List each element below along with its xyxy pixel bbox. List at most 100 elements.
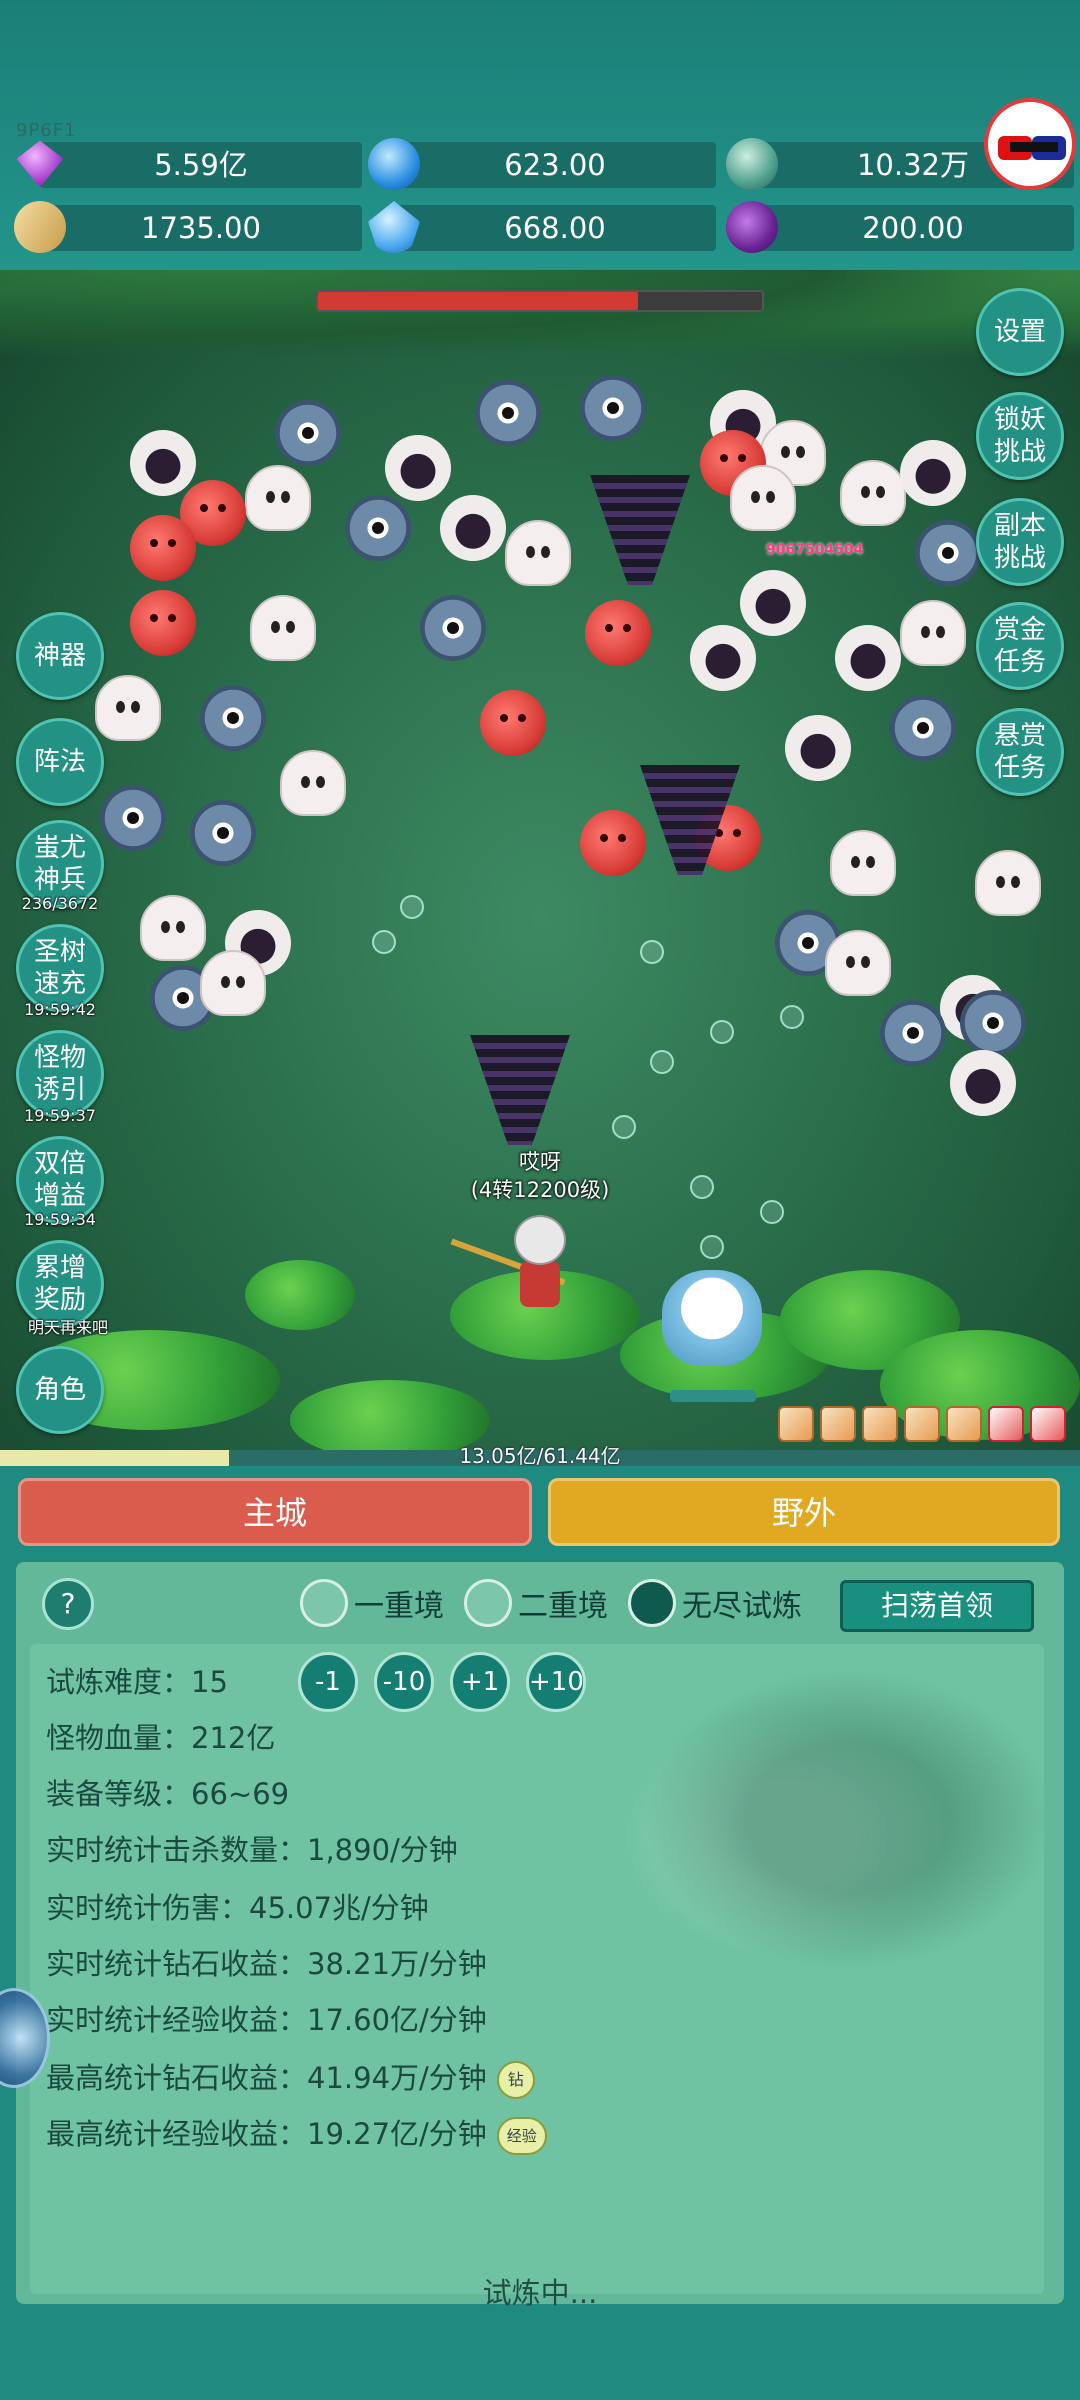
skill-icon[interactable] bbox=[946, 1406, 982, 1442]
side-button-bounty[interactable]: 赏金任务 bbox=[976, 602, 1064, 690]
help-button[interactable]: ? bbox=[42, 1578, 94, 1630]
difficulty-plus-10-button[interactable]: +10 bbox=[526, 1652, 586, 1712]
avatar[interactable] bbox=[984, 98, 1076, 190]
tab-main-city[interactable]: 主城 bbox=[18, 1478, 532, 1546]
side-button-sub: 明天再来吧 bbox=[27, 1318, 108, 1337]
side-button-sacred-tree[interactable]: 圣树速充 bbox=[16, 924, 104, 1012]
difficulty-label: 试炼难度：15 bbox=[46, 1665, 228, 1699]
difficulty-minus-1-button[interactable]: -1 bbox=[298, 1652, 358, 1712]
side-button-demon-lock[interactable]: 锁妖挑战 bbox=[976, 392, 1064, 480]
side-button-sub: 19:59:34 bbox=[24, 1210, 96, 1229]
sweep-boss-button[interactable]: 扫荡首领 bbox=[840, 1580, 1034, 1632]
radio-dot[interactable] bbox=[628, 1579, 676, 1627]
bubble bbox=[640, 940, 664, 964]
monster-sheep bbox=[130, 430, 196, 496]
stat-damage: 实时统计伤害：45.07兆/分钟 bbox=[46, 1891, 429, 1925]
mode-radio-endless-trial[interactable]: 无尽试炼 bbox=[628, 1578, 802, 1628]
stat-text: 最高统计钻石收益：41.94万/分钟 bbox=[46, 2061, 487, 2095]
bubble bbox=[760, 1200, 784, 1224]
stat-max-diamond-income: 最高统计钻石收益：41.94万/分钟钻 bbox=[46, 2058, 535, 2099]
resource-diamond[interactable]: 5.59亿 bbox=[16, 140, 362, 188]
difficulty-plus-1-button[interactable]: +1 bbox=[450, 1652, 510, 1712]
side-button-dungeon[interactable]: 副本挑战 bbox=[976, 498, 1064, 586]
monster-imp bbox=[130, 590, 196, 656]
bubble bbox=[690, 1175, 714, 1199]
monster-eye bbox=[960, 990, 1026, 1056]
side-button-monster-lure[interactable]: 怪物诱引 bbox=[16, 1030, 104, 1118]
side-button-formation[interactable]: 阵法 bbox=[16, 718, 104, 806]
monster-ghost bbox=[900, 600, 966, 666]
monster-imp bbox=[130, 515, 196, 581]
monster-eye bbox=[190, 800, 256, 866]
monster-sheep bbox=[950, 1050, 1016, 1116]
exp-badge[interactable]: 经验 bbox=[496, 2117, 547, 2155]
monster-ghost bbox=[250, 595, 316, 661]
tab-wilderness[interactable]: 野外 bbox=[548, 1478, 1060, 1546]
monster-sheep bbox=[740, 570, 806, 636]
stat-kills: 实时统计击杀数量：1,890/分钟 bbox=[46, 1833, 458, 1867]
monster-sheep bbox=[385, 435, 451, 501]
monster-eye bbox=[100, 785, 166, 851]
monster-ghost bbox=[830, 830, 896, 896]
radio-label: 一重境 bbox=[354, 1589, 444, 1624]
monster-imp bbox=[585, 600, 651, 666]
side-button-character[interactable]: 角色 bbox=[16, 1346, 104, 1434]
side-button-sub: 236/3672 bbox=[21, 894, 99, 913]
mode-radio-second-realm[interactable]: 二重境 bbox=[464, 1578, 608, 1628]
resource-sapphire[interactable]: 623.00 bbox=[368, 138, 716, 190]
side-button-label: 累增奖励 bbox=[33, 1253, 86, 1315]
skill-icon[interactable] bbox=[1030, 1406, 1066, 1442]
radio-dot[interactable] bbox=[300, 1579, 348, 1627]
monster-ghost bbox=[200, 950, 266, 1016]
resource-value: 1735.00 bbox=[141, 211, 261, 245]
skill-icon[interactable] bbox=[988, 1406, 1024, 1442]
bubble bbox=[650, 1050, 674, 1074]
player-level: (4转12200级) bbox=[470, 1178, 610, 1202]
mode-radio-first-realm[interactable]: 一重境 bbox=[300, 1578, 444, 1628]
side-button-reward-quest[interactable]: 悬赏任务 bbox=[976, 708, 1064, 796]
monster-ghost bbox=[140, 895, 206, 961]
side-button-label: 设置 bbox=[993, 317, 1046, 347]
monster-sheep bbox=[785, 715, 851, 781]
stat-exp-income: 实时统计经验收益：17.60亿/分钟 bbox=[46, 2003, 487, 2037]
resource-scroll[interactable]: 1735.00 bbox=[8, 195, 362, 259]
side-button-label: 双倍增益 bbox=[33, 1149, 86, 1211]
user-code: 9P6F1 bbox=[16, 120, 77, 141]
resource-crystal[interactable]: 668.00 bbox=[368, 201, 716, 253]
side-button-artifact[interactable]: 神器 bbox=[16, 612, 104, 700]
bubble bbox=[372, 930, 396, 954]
monster-ghost bbox=[95, 675, 161, 741]
bubble bbox=[700, 1235, 724, 1259]
damage-number: 9067504504 bbox=[766, 542, 864, 558]
monster-eye bbox=[580, 375, 646, 441]
radio-dot[interactable] bbox=[464, 1579, 512, 1627]
monster-sheep bbox=[690, 625, 756, 691]
side-button-label: 副本挑战 bbox=[993, 511, 1046, 573]
side-button-label: 圣树速充 bbox=[33, 937, 86, 999]
tornado-effect bbox=[470, 1035, 570, 1145]
monster-ghost bbox=[505, 520, 571, 586]
bubble bbox=[710, 1020, 734, 1044]
diamond-badge[interactable]: 钻 bbox=[496, 2061, 535, 2099]
skill-icon[interactable] bbox=[820, 1406, 856, 1442]
resource-potion[interactable]: 200.00 bbox=[726, 201, 1074, 253]
radio-label: 二重境 bbox=[518, 1589, 608, 1624]
stat-diamond-income: 实时统计钻石收益：38.21万/分钟 bbox=[46, 1947, 487, 1981]
player-character bbox=[450, 1215, 578, 1311]
side-button-settings[interactable]: 设置 bbox=[976, 288, 1064, 376]
skill-icon[interactable] bbox=[862, 1406, 898, 1442]
pet-hp-bar bbox=[670, 1390, 756, 1402]
monster-sheep bbox=[440, 495, 506, 561]
side-button-sub: 19:59:42 bbox=[24, 1000, 96, 1019]
skill-icon[interactable] bbox=[778, 1406, 814, 1442]
resource-value: 5.59亿 bbox=[154, 148, 248, 182]
side-button-label: 怪物诱引 bbox=[33, 1043, 86, 1105]
bubble bbox=[780, 1005, 804, 1029]
skill-icon[interactable] bbox=[904, 1406, 940, 1442]
resource-value: 623.00 bbox=[504, 148, 606, 182]
side-button-label: 阵法 bbox=[33, 747, 86, 777]
bubble bbox=[400, 895, 424, 919]
monster-eye bbox=[475, 380, 541, 446]
difficulty-minus-10-button[interactable]: -10 bbox=[374, 1652, 434, 1712]
monster-eye bbox=[890, 695, 956, 761]
